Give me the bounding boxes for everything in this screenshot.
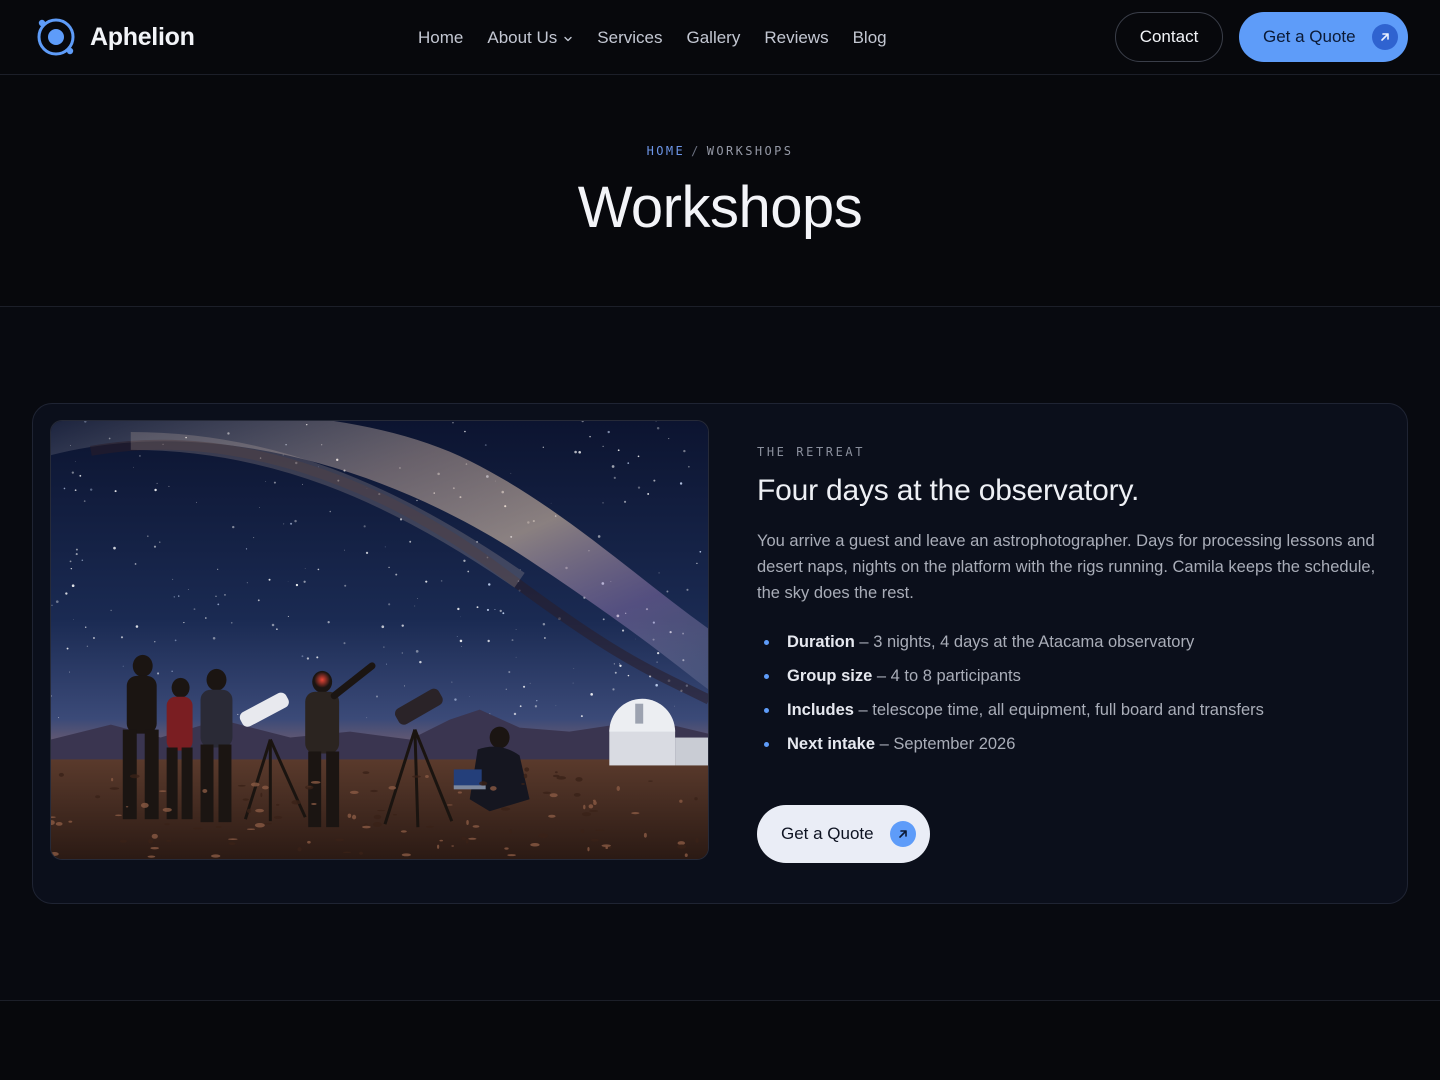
retreat-description: You arrive a guest and leave an astropho… [757, 532, 1376, 602]
fact-key: Includes [787, 701, 854, 719]
retreat-get-quote-button[interactable]: Get a Quote [757, 805, 930, 863]
fact-value: – 4 to 8 participants [872, 667, 1021, 685]
fact-value: – telescope time, all equipment, full bo… [853, 701, 1264, 719]
arrow-up-right-icon [1371, 24, 1398, 50]
fact-includes: Includes – telescope time, all equipment… [757, 698, 1377, 732]
contact-button[interactable]: Contact [1115, 12, 1223, 62]
nav-gallery-label: Gallery [686, 28, 741, 47]
retreat-get-quote-label: Get a Quote [781, 824, 874, 843]
fact-duration: Duration – 3 nights, 4 days at the Ataca… [757, 630, 1377, 664]
nav-blog[interactable]: Blog [853, 28, 887, 48]
nav-blog-label: Blog [852, 28, 887, 47]
arrow-up-right-icon [889, 821, 916, 847]
milky-way-observatory-photo [50, 420, 709, 860]
nav-services-label: Services [597, 28, 663, 47]
fact-group-size: Group size – 4 to 8 participants [757, 664, 1377, 698]
orbit-logo-icon [37, 18, 75, 56]
retreat-card: THE RETREAT Four days at the observatory… [32, 403, 1408, 904]
site-header: Aphelion Home About Us Services Gallery … [0, 0, 1440, 75]
chevron-down-icon [564, 36, 572, 41]
retreat-eyebrow: THE RETREAT [757, 445, 866, 459]
fact-key: Duration [787, 633, 855, 651]
fact-value: – 3 nights, 4 days at the Atacama observ… [854, 633, 1195, 651]
divider [0, 1000, 1440, 1001]
breadcrumb-current: WORKSHOPS [706, 144, 794, 158]
nav-reviews-label: Reviews [764, 28, 829, 47]
fact-key: Next intake [787, 735, 876, 753]
main-nav: Home About Us Services Gallery Reviews B… [418, 24, 887, 52]
header-get-quote-button[interactable]: Get a Quote [1239, 12, 1408, 62]
nav-about-us-label: About Us [487, 28, 558, 47]
nav-home[interactable]: Home [418, 28, 463, 48]
brand-home-link[interactable]: Aphelion [34, 15, 195, 59]
nav-gallery[interactable]: Gallery [686, 28, 740, 48]
retreat-title: Four days at the observatory. [757, 474, 1140, 507]
nav-home-label: Home [418, 28, 464, 47]
brand-name: Aphelion [90, 22, 195, 51]
page-title: Workshops [577, 175, 863, 240]
breadcrumb: HOME / WORKSHOPS [0, 144, 1440, 158]
breadcrumb-separator: / [691, 144, 701, 158]
retreat-facts-list: Duration – 3 nights, 4 days at the Ataca… [757, 630, 1377, 766]
fact-next-intake: Next intake – September 2026 [757, 732, 1377, 766]
nav-reviews[interactable]: Reviews [764, 28, 828, 48]
nav-about-us[interactable]: About Us [487, 28, 573, 48]
breadcrumb-home-link[interactable]: HOME [647, 144, 686, 158]
fact-value: – September 2026 [875, 735, 1016, 753]
header-get-quote-label: Get a Quote [1263, 27, 1356, 46]
fact-key: Group size [787, 667, 873, 685]
contact-button-label: Contact [1139, 27, 1199, 46]
nav-services[interactable]: Services [597, 28, 662, 48]
